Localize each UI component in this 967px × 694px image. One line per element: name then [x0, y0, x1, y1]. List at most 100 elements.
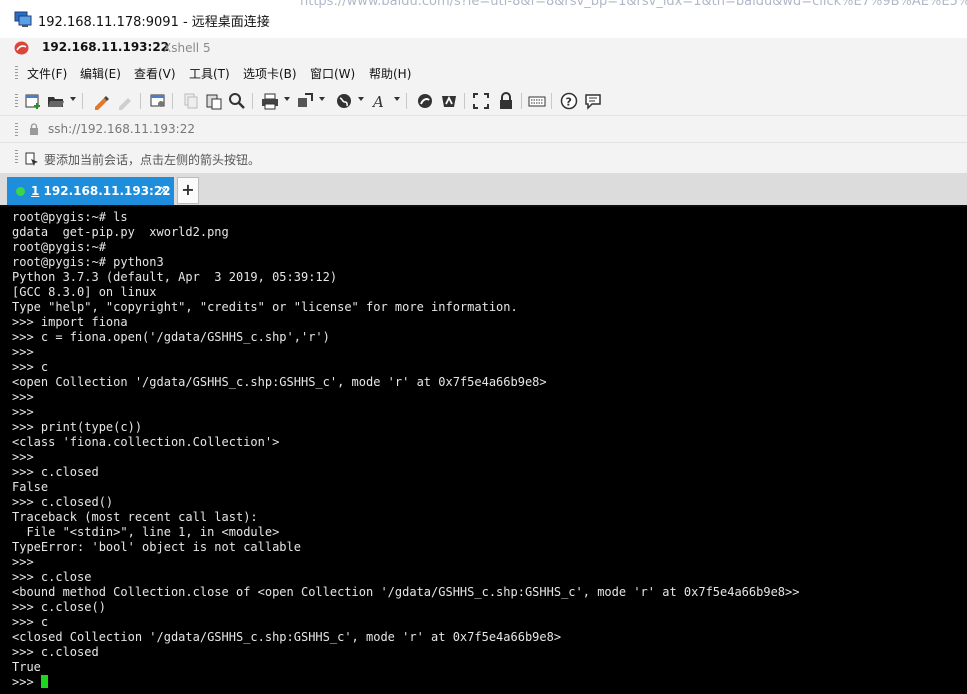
tip-grip[interactable]: [15, 150, 18, 164]
tab-session-label: 1 192.168.11.193:22: [31, 184, 171, 198]
terminal-line: False: [12, 480, 49, 494]
globe-icon[interactable]: [335, 92, 353, 110]
add-session-arrow-icon[interactable]: [25, 152, 39, 166]
terminal-line: >>> c.closed: [12, 465, 99, 479]
terminal-line: gdata get-pip.py xworld2.png: [12, 225, 229, 239]
toolbar-grip[interactable]: [15, 94, 18, 108]
menu-grip[interactable]: [15, 66, 18, 80]
new-tab-button[interactable]: +: [177, 177, 199, 204]
copy-icon[interactable]: [182, 92, 200, 110]
address-input[interactable]: ssh://192.168.11.193:22: [48, 122, 195, 136]
tab-session-1[interactable]: 1 192.168.11.193:22 ×: [7, 177, 174, 205]
terminal-line: root@pygis:~# python3: [12, 255, 164, 269]
terminal-line: >>> c.close(): [12, 600, 106, 614]
help-icon[interactable]: ?: [560, 92, 578, 110]
app-name: Xshell 5: [163, 41, 211, 55]
globe-dropdown-icon[interactable]: [358, 97, 364, 101]
svg-text:A: A: [371, 93, 384, 110]
print-dropdown-icon[interactable]: [284, 97, 290, 101]
toolbar-separator: [172, 93, 173, 109]
keyboard-icon[interactable]: [528, 92, 546, 110]
xshell-title-bar: 192.168.11.193:22 Xshell 5: [0, 38, 967, 59]
terminal-line: Traceback (most recent call last):: [12, 510, 258, 524]
terminal-line: >>>: [12, 450, 34, 464]
toolbar-separator: [82, 93, 83, 109]
terminal-line: <closed Collection '/gdata/GSHHS_c.shp:G…: [12, 630, 562, 644]
terminal-line: root@pygis:~#: [12, 240, 106, 254]
toolbar-separator: [521, 93, 522, 109]
terminal-line: >>> c.close: [12, 570, 92, 584]
xmanager-icon[interactable]: [440, 92, 458, 110]
menu-bar: 文件(F) 编辑(E) 查看(V) 工具(T) 选项卡(B) 窗口(W) 帮助(…: [0, 59, 967, 87]
properties-icon[interactable]: [149, 92, 167, 110]
terminal-line: >>> import fiona: [12, 315, 128, 329]
transfer-dropdown-icon[interactable]: [319, 97, 325, 101]
menu-help[interactable]: 帮助(H): [369, 65, 411, 82]
terminal-prompt: >>>: [12, 675, 41, 689]
remote-desktop-title-bar: https://www.baidu.com/s?ie=utf-8&f=8&rsv…: [0, 0, 967, 39]
terminal-line: <open Collection '/gdata/GSHHS_c.shp:GSH…: [12, 375, 547, 389]
terminal-line: >>>: [12, 345, 34, 359]
toolbar-separator: [551, 93, 552, 109]
open-dropdown-icon[interactable]: [70, 97, 76, 101]
terminal-line: <bound method Collection.close of <open …: [12, 585, 800, 599]
terminal-area[interactable]: root@pygis:~# ls gdata get-pip.py xworld2…: [0, 205, 967, 694]
session-tip-text: 要添加当前会话，点击左侧的箭头按钮。: [44, 153, 261, 167]
remote-desktop-title: 192.168.11.178:9091 - 远程桌面连接: [38, 15, 270, 30]
terminal-line: True: [12, 660, 41, 674]
toolbar-separator: [140, 93, 141, 109]
connection-status-dot: [16, 187, 25, 196]
terminal-line: <class 'fiona.collection.Collection'>: [12, 435, 280, 449]
disconnect-icon[interactable]: [116, 92, 134, 110]
terminal-line: >>> c.closed(): [12, 495, 114, 509]
terminal-line: File "<stdin>", line 1, in <module>: [12, 525, 280, 539]
xftp-icon[interactable]: [416, 92, 434, 110]
tab-bar: 1 192.168.11.193:22 × +: [0, 173, 967, 205]
font-dropdown-icon[interactable]: [394, 97, 400, 101]
terminal-line: >>>: [12, 390, 34, 404]
chat-icon[interactable]: [584, 92, 602, 110]
terminal-line: [GCC 8.3.0] on linux: [12, 285, 157, 299]
menu-edit[interactable]: 编辑(E): [80, 65, 121, 82]
menu-view[interactable]: 查看(V): [134, 65, 176, 82]
toolbar-separator: [464, 93, 465, 109]
reconnect-icon[interactable]: [92, 92, 110, 110]
session-host-title: 192.168.11.193:22: [42, 40, 170, 54]
fullscreen-icon[interactable]: [472, 92, 490, 110]
remote-desktop-icon: [14, 11, 32, 27]
terminal-prompt-line[interactable]: >>>: [12, 675, 48, 690]
address-bar: ssh://192.168.11.193:22: [0, 115, 967, 143]
terminal-line: root@pygis:~# ls: [12, 210, 128, 224]
terminal-line: Python 3.7.3 (default, Apr 3 2019, 05:39…: [12, 270, 338, 284]
svg-text:?: ?: [566, 96, 572, 109]
terminal-line: >>> c = fiona.open('/gdata/GSHHS_c.shp',…: [12, 330, 330, 344]
background-browser-url: https://www.baidu.com/s?ie=utf-8&f=8&rsv…: [300, 0, 967, 9]
lock-icon[interactable]: [497, 92, 515, 110]
terminal-line: >>> print(type(c)): [12, 420, 143, 434]
paste-icon[interactable]: [205, 92, 223, 110]
address-lock-icon: [30, 123, 38, 135]
open-folder-icon[interactable]: [47, 92, 65, 110]
xshell-logo-icon: [14, 41, 29, 55]
session-tip-bar: 要添加当前会话，点击左侧的箭头按钮。: [0, 142, 967, 174]
transfer-icon[interactable]: [296, 92, 314, 110]
terminal-line: Type "help", "copyright", "credits" or "…: [12, 300, 518, 314]
terminal-line: >>> c: [12, 360, 49, 374]
tab-host: 192.168.11.193:22: [39, 184, 171, 198]
tab-close-icon[interactable]: ×: [159, 183, 169, 197]
terminal-line: >>> c.closed: [12, 645, 99, 659]
new-session-icon[interactable]: [24, 92, 42, 110]
terminal-cursor: [40, 675, 48, 688]
terminal-line: >>>: [12, 555, 34, 569]
toolbar-separator: [406, 93, 407, 109]
print-icon[interactable]: [261, 92, 279, 110]
address-grip[interactable]: [15, 123, 18, 137]
find-icon[interactable]: [228, 92, 246, 110]
menu-tabs[interactable]: 选项卡(B): [243, 65, 297, 82]
menu-window[interactable]: 窗口(W): [310, 65, 355, 82]
toolbar: A ?: [0, 87, 967, 115]
font-icon[interactable]: A: [371, 92, 389, 110]
menu-tools[interactable]: 工具(T): [189, 65, 230, 82]
toolbar-separator: [252, 93, 253, 109]
menu-file[interactable]: 文件(F): [27, 65, 67, 82]
